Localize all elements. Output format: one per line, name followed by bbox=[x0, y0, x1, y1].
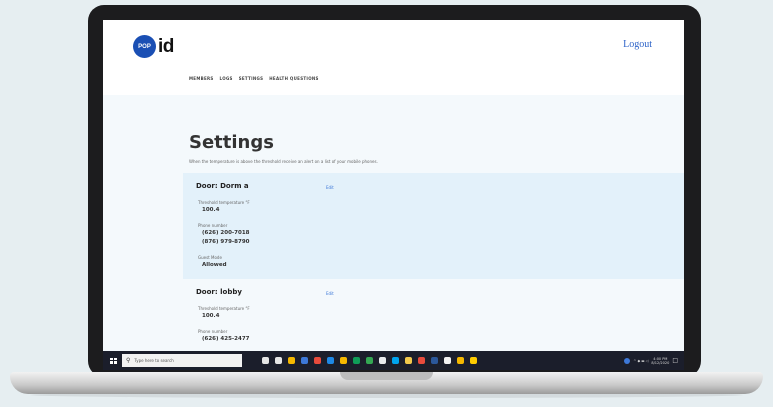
taskbar-app-icon[interactable] bbox=[405, 357, 412, 364]
taskbar-app-icon[interactable] bbox=[340, 357, 347, 364]
guest-mode-value: Allowed bbox=[202, 262, 227, 268]
settings-content: Settings When the temperature is above t… bbox=[103, 95, 684, 357]
taskbar-apps bbox=[262, 357, 477, 364]
door-title: Door: lobby bbox=[196, 288, 242, 296]
logo-text: id bbox=[158, 35, 174, 57]
page-subtitle: When the temperature is above the thresh… bbox=[189, 159, 378, 164]
taskbar-app-icon[interactable] bbox=[470, 357, 477, 364]
phone-label: Phone number bbox=[198, 329, 228, 334]
page-title: Settings bbox=[189, 132, 274, 153]
taskbar-search[interactable]: ⚲ Type here to search bbox=[122, 354, 242, 367]
taskbar-app-icon[interactable] bbox=[301, 357, 308, 364]
nav-item-health-questions[interactable]: HEALTH QUESTIONS bbox=[269, 76, 318, 81]
laptop-notch bbox=[340, 372, 433, 380]
taskbar-app-icon[interactable] bbox=[275, 357, 282, 364]
door-title: Door: Dorm a bbox=[196, 182, 249, 190]
taskbar-app-icon[interactable] bbox=[288, 357, 295, 364]
logout-link[interactable]: Logout bbox=[623, 39, 652, 50]
tray-icons[interactable]: ^ ◆ ▬ ◁ bbox=[633, 359, 648, 363]
taskbar-app-icon[interactable] bbox=[379, 357, 386, 364]
taskbar-app-icon[interactable] bbox=[392, 357, 399, 364]
phone-label: Phone number bbox=[198, 223, 228, 228]
system-tray: ^ ◆ ▬ ◁ 4:00 PM 8/12/2020 □ bbox=[624, 357, 678, 365]
threshold-value: 100.4 bbox=[202, 207, 220, 213]
windows-start-icon[interactable] bbox=[110, 357, 117, 364]
door-card-lobby: Door: lobby Edit Threshold temperature °… bbox=[183, 283, 684, 357]
notifications-icon[interactable]: □ bbox=[672, 357, 678, 364]
taskbar-app-icon[interactable] bbox=[314, 357, 321, 364]
threshold-label: Threshold temperature °F bbox=[198, 200, 250, 205]
phone-value: (876) 979-8790 bbox=[202, 239, 250, 245]
logo-badge: POP bbox=[133, 35, 156, 58]
laptop-base bbox=[10, 372, 763, 394]
phone-value: (626) 425-2477 bbox=[202, 336, 250, 342]
phone-value: (626) 200-7018 bbox=[202, 230, 250, 236]
taskbar-app-icon[interactable] bbox=[366, 357, 373, 364]
edit-link[interactable]: Edit bbox=[326, 291, 334, 296]
nav-item-logs[interactable]: LOGS bbox=[220, 76, 233, 81]
nav-item-settings[interactable]: SETTINGS bbox=[239, 76, 264, 81]
windows-taskbar: ⚲ Type here to search ^ ◆ ▬ ◁ 4:00 PM 8/… bbox=[103, 351, 684, 370]
search-placeholder: Type here to search bbox=[134, 358, 174, 363]
guest-mode-label: Guest Mode bbox=[198, 255, 222, 260]
threshold-label: Threshold temperature °F bbox=[198, 306, 250, 311]
clock-date: 8/12/2020 bbox=[651, 360, 670, 365]
taskbar-app-icon[interactable] bbox=[353, 357, 360, 364]
taskbar-app-icon[interactable] bbox=[431, 357, 438, 364]
edit-link[interactable]: Edit bbox=[326, 185, 334, 190]
taskbar-app-icon[interactable] bbox=[327, 357, 334, 364]
taskbar-app-icon[interactable] bbox=[444, 357, 451, 364]
popid-logo[interactable]: POP id bbox=[133, 35, 174, 58]
taskbar-app-icon[interactable] bbox=[418, 357, 425, 364]
taskbar-app-icon[interactable] bbox=[457, 357, 464, 364]
main-nav: MEMBERS LOGS SETTINGS HEALTH QUESTIONS bbox=[189, 76, 319, 81]
nav-item-members[interactable]: MEMBERS bbox=[189, 76, 214, 81]
laptop-screen: POP id Logout MEMBERS LOGS SETTINGS HEAL… bbox=[103, 20, 684, 370]
clock[interactable]: 4:00 PM 8/12/2020 bbox=[651, 357, 669, 365]
threshold-value: 100.4 bbox=[202, 313, 220, 319]
door-card-dorm-a: Door: Dorm a Edit Threshold temperature … bbox=[183, 173, 684, 279]
search-icon: ⚲ bbox=[126, 357, 131, 364]
notification-app-icon[interactable] bbox=[624, 357, 631, 364]
taskbar-app-icon[interactable] bbox=[262, 357, 269, 364]
